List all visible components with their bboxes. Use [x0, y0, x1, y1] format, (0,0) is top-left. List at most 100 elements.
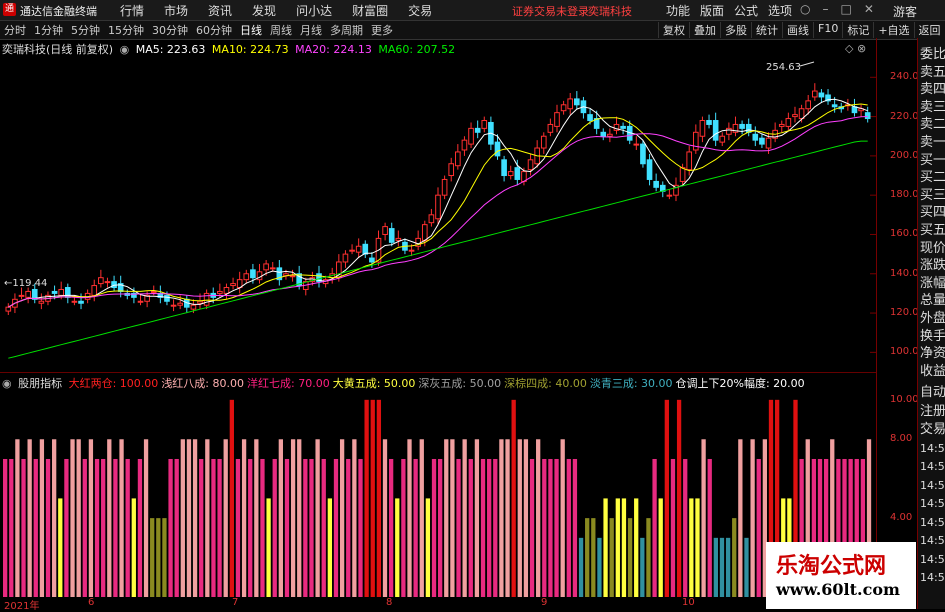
order-label-2: 交易: [920, 422, 945, 437]
period-tab-2[interactable]: 5分钟: [67, 22, 104, 38]
candlestick-chart[interactable]: 254.63 ←119.44 ◇ ⊗: [0, 38, 876, 372]
position-bar-41: [254, 439, 259, 597]
candle-body-84: [560, 104, 567, 112]
position-bar-44: [272, 458, 277, 597]
position-bar-21: [131, 498, 136, 597]
quote-label-9: 买四: [920, 205, 945, 221]
position-bar-16: [101, 458, 106, 597]
period-tab-0[interactable]: 分时: [0, 22, 30, 38]
watermark-title: 乐淘公式网: [776, 553, 887, 579]
position-bar-12: [76, 439, 81, 597]
position-bar-108: [664, 399, 669, 597]
watermark-url: www.60lt.com: [776, 580, 900, 599]
quote-label-8: 买三: [920, 187, 945, 203]
tool-button-6[interactable]: 标记: [842, 22, 873, 38]
app-title: 通达信金融终端: [20, 5, 97, 18]
position-bar-22: [137, 458, 143, 597]
menu-item-4[interactable]: 问小达: [286, 2, 342, 19]
tool-button-8[interactable]: 返回: [913, 22, 945, 38]
period-tab-10[interactable]: 更多: [367, 22, 397, 38]
candle-body-14: [98, 277, 104, 285]
position-bar-0: [3, 458, 8, 597]
candle-body-121: [805, 100, 812, 110]
period-tab-3[interactable]: 15分钟: [104, 22, 148, 38]
period-tab-9[interactable]: 多周期: [326, 22, 367, 38]
guest-label[interactable]: 游客: [893, 3, 917, 20]
menu-item-2[interactable]: 资讯: [198, 2, 242, 19]
position-bar-4: [27, 439, 32, 597]
tool-button-2[interactable]: 多股: [720, 22, 751, 38]
restore-icon[interactable]: □: [840, 2, 851, 16]
candle-body-111: [739, 123, 745, 129]
period-tab-7[interactable]: 周线: [266, 22, 296, 38]
period-tab-4[interactable]: 30分钟: [148, 22, 192, 38]
tool-button-0[interactable]: 复权: [658, 22, 689, 38]
candle-body-13: [91, 285, 98, 296]
period-tab-8[interactable]: 月线: [296, 22, 326, 38]
order-label-3: 14:56: [920, 441, 945, 455]
period-tab-5[interactable]: 60分钟: [192, 22, 236, 38]
position-bar-38: [235, 458, 241, 597]
title-bar: 通 通达信金融终端 行情 市场 资讯 发现 问小达 财富圈 交易 证券交易未登录 奕瑞科技 …: [0, 0, 945, 21]
minimize-icon[interactable]: ○: [800, 2, 810, 16]
tool-button-5[interactable]: F10: [813, 22, 842, 38]
panel-separator: [0, 372, 876, 373]
candle-body-25: [170, 304, 177, 307]
indicator-tick-1: 8.00: [890, 433, 913, 445]
tool-button-7[interactable]: +自选: [873, 22, 913, 38]
order-label-0: 自动: [920, 385, 945, 400]
menu-item-0[interactable]: 行情: [110, 2, 154, 19]
position-bar-115: [707, 458, 712, 597]
candle-body-69: [461, 139, 468, 151]
candle-body-22: [150, 290, 157, 293]
stock-name-link[interactable]: 奕瑞科技: [588, 3, 632, 19]
position-bar-93: [572, 458, 578, 597]
tool-button-3[interactable]: 统计: [751, 22, 782, 38]
close-icon[interactable]: ✕: [864, 2, 874, 16]
quote-label-15: 外盘: [920, 311, 945, 326]
menu-item-3[interactable]: 发现: [242, 2, 286, 19]
tool-button-1[interactable]: 叠加: [689, 22, 720, 38]
position-bar-40: [248, 458, 253, 597]
right-menu-item-3[interactable]: 选项: [763, 2, 797, 19]
position-bar-13: [82, 458, 87, 597]
position-bar-51: [315, 439, 320, 597]
candle-body-96: [640, 143, 646, 165]
candle-body-120: [798, 108, 805, 120]
position-bar-92: [566, 458, 571, 597]
candle-body-3: [25, 290, 31, 298]
position-indicator-chart[interactable]: [0, 388, 876, 597]
date-tick-0: 2021年: [4, 601, 40, 612]
candle-body-54: [362, 243, 369, 255]
candle-body-82: [547, 123, 554, 133]
candle-body-74: [494, 141, 501, 157]
candle-body-58: [388, 228, 395, 243]
candle-body-32: [217, 290, 223, 294]
candle-body-100: [666, 194, 673, 197]
menu-item-5[interactable]: 财富圈: [342, 2, 398, 19]
position-bar-107: [658, 498, 663, 597]
menu-item-1[interactable]: 市场: [154, 2, 198, 19]
candle-body-11: [78, 300, 84, 304]
position-bar-105: [646, 518, 651, 597]
high-annotation-line: [799, 61, 815, 67]
candle-body-10: [71, 300, 78, 303]
position-bar-53: [327, 498, 333, 597]
period-tab-1[interactable]: 1分钟: [30, 22, 67, 38]
right-menu-item-2[interactable]: 公式: [729, 2, 763, 19]
price-axis: 240.00 220.00 200.00 180.00 160.00 140.00 120.…: [876, 38, 925, 394]
candle-body-63: [421, 224, 428, 241]
position-bar-54: [333, 458, 339, 597]
position-bar-14: [88, 439, 94, 597]
menu-item-6[interactable]: 交易: [398, 2, 442, 19]
candle-body-88: [587, 114, 593, 122]
login-notice[interactable]: 证券交易未登录: [512, 3, 589, 19]
right-menu-item-1[interactable]: 版面: [695, 2, 729, 19]
tool-button-4[interactable]: 画线: [782, 22, 813, 38]
candle-body-107: [712, 120, 719, 141]
right-menu-item-0[interactable]: 功能: [661, 2, 695, 19]
candle-body-39: [263, 263, 269, 271]
period-tab-6[interactable]: 日线: [236, 22, 266, 38]
position-bar-111: [683, 458, 688, 597]
min-icon[interactable]: –: [822, 2, 828, 16]
